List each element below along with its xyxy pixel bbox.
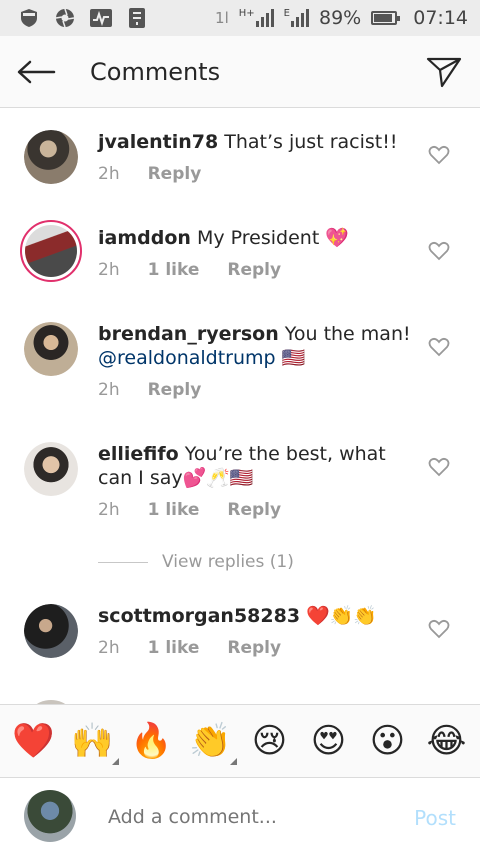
likes-count[interactable]: 1 like — [148, 500, 200, 520]
status-right: 1l H+ E 89% 07:14 — [215, 7, 468, 29]
comment-time: 2h — [98, 638, 120, 658]
comments-list: jvalentin78 That’s just racist!! 2h Repl… — [0, 108, 480, 704]
arrow-left-icon — [17, 60, 56, 83]
paper-plane-icon — [426, 57, 462, 88]
emoji-surprised[interactable]: 😮 — [362, 715, 414, 767]
emoji-clap[interactable]: 👏 — [185, 715, 237, 767]
comment-input[interactable] — [108, 802, 398, 832]
emoji-bar: ❤️ 🙌 🔥 👏 😢 😍 😮 😂 — [0, 704, 480, 778]
variant-indicator — [229, 758, 237, 765]
heart-icon[interactable] — [428, 619, 450, 639]
comment-text: iamddon My President 💖 — [98, 226, 420, 250]
page-title: Comments — [90, 57, 221, 86]
comment-text: elliefifo You’re the best, what can I sa… — [98, 442, 420, 490]
view-replies-label: View replies (1) — [162, 552, 294, 572]
clipboard-icon — [126, 8, 148, 28]
comment-body: My President 💖 — [196, 227, 349, 249]
view-replies-button[interactable]: View replies (1) — [98, 552, 294, 572]
heart-icon[interactable] — [428, 457, 450, 477]
comment-text: brendan_ryerson You the man! @realdonald… — [98, 322, 420, 370]
comment-username[interactable]: scottmorgan58283 — [98, 605, 300, 627]
comment-time: 2h — [98, 500, 120, 520]
avatar — [24, 790, 76, 842]
heart-icon[interactable] — [428, 145, 450, 165]
share-button[interactable] — [424, 52, 464, 92]
heart-icon[interactable] — [428, 241, 450, 261]
comment-meta: 2h Reply — [98, 380, 201, 400]
comment-time: 2h — [98, 164, 120, 184]
post-button[interactable]: Post — [414, 806, 456, 830]
emoji-heart[interactable]: ❤️ — [8, 715, 60, 767]
comment-time: 2h — [98, 260, 120, 280]
notification-icons — [18, 8, 148, 28]
battery-icon — [371, 11, 401, 25]
emoji-heart-eyes[interactable]: 😍 — [303, 715, 355, 767]
back-button[interactable] — [0, 36, 72, 108]
comment-time: 2h — [98, 380, 120, 400]
data-arrows-icon: 1l — [215, 9, 229, 27]
divider-line — [98, 561, 148, 563]
avatar[interactable] — [20, 220, 82, 282]
avatar[interactable] — [24, 604, 78, 658]
reply-button[interactable]: Reply — [148, 164, 202, 184]
signal-e-icon: E — [284, 9, 309, 27]
avatar[interactable] — [24, 442, 78, 496]
comment-body: You the man! — [284, 323, 411, 345]
comment-body: ❤️👏👏 — [306, 605, 378, 627]
comment-username[interactable]: brendan_ryerson — [98, 323, 279, 345]
flag-emoji: 🇺🇸 — [281, 347, 306, 369]
comment-text: jvalentin78 That’s just racist!! — [98, 130, 420, 154]
emoji-laughing[interactable]: 😂 — [421, 715, 473, 767]
reply-button[interactable]: Reply — [227, 260, 281, 280]
comment-meta: 2h 1 like Reply — [98, 500, 281, 520]
avatar[interactable] — [24, 322, 78, 376]
reply-button[interactable]: Reply — [148, 380, 202, 400]
emoji-fire[interactable]: 🔥 — [126, 715, 178, 767]
comment-text: scottmorgan58283 ❤️👏👏 — [98, 604, 420, 628]
comment-username[interactable]: elliefifo — [98, 443, 179, 465]
comment-meta: 2h Reply — [98, 164, 201, 184]
heart-icon[interactable] — [428, 337, 450, 357]
shield-icon — [18, 8, 40, 28]
status-bar: 1l H+ E 89% 07:14 — [0, 0, 480, 36]
header: Comments — [0, 36, 480, 108]
signal-h-icon: H+ — [239, 9, 274, 27]
comment-username[interactable]: jvalentin78 — [98, 131, 218, 153]
comment-composer: Post — [0, 778, 480, 854]
comment-meta: 2h 1 like Reply — [98, 638, 281, 658]
clock: 07:14 — [413, 7, 468, 29]
comment-body: That’s just racist!! — [224, 131, 398, 153]
likes-count[interactable]: 1 like — [148, 260, 200, 280]
activity-icon — [90, 8, 112, 28]
camera-aperture-icon — [54, 8, 76, 28]
emoji-raised-hands[interactable]: 🙌 — [67, 715, 119, 767]
likes-count[interactable]: 1 like — [148, 638, 200, 658]
comment-meta: 2h 1 like Reply — [98, 260, 281, 280]
emoji-crying[interactable]: 😢 — [244, 715, 296, 767]
avatar[interactable] — [24, 130, 78, 184]
reply-button[interactable]: Reply — [227, 500, 281, 520]
mention-link[interactable]: @realdonaldtrump — [98, 347, 276, 369]
comment-username[interactable]: iamddon — [98, 227, 191, 249]
reply-button[interactable]: Reply — [227, 638, 281, 658]
battery-percent: 89% — [319, 7, 362, 29]
variant-indicator — [111, 758, 119, 765]
